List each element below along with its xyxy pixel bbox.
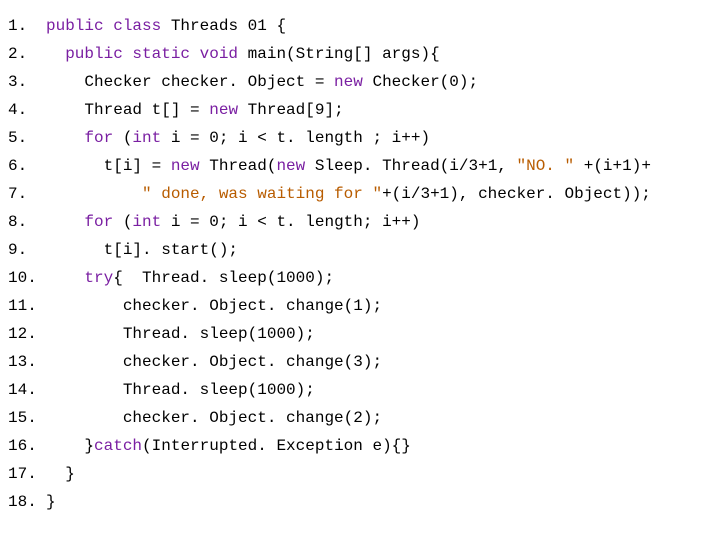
line-number: 3.: [8, 68, 46, 96]
token: Thread. sleep(1000);: [46, 325, 315, 343]
token: i = 0; i < t. length; i++): [161, 213, 420, 231]
token: +(i+1)+: [574, 157, 651, 175]
line-number: 9.: [8, 236, 46, 264]
code-line: 18.}: [8, 488, 712, 516]
token: }: [46, 465, 75, 483]
code-line: 4. Thread t[] = new Thread[9];: [8, 96, 712, 124]
token: Thread t[] =: [46, 101, 209, 119]
token: [46, 185, 142, 203]
token: int: [132, 129, 161, 147]
code-line: 5. for (int i = 0; i < t. length ; i++): [8, 124, 712, 152]
token: checker. Object. change(2);: [46, 409, 382, 427]
line-number: 6.: [8, 152, 46, 180]
token: [46, 129, 84, 147]
line-number: 16.: [8, 432, 46, 460]
line-number: 18.: [8, 488, 46, 516]
code-line: 16. }catch(Interrupted. Exception e){}: [8, 432, 712, 460]
code-line: 13. checker. Object. change(3);: [8, 348, 712, 376]
token: (: [113, 129, 132, 147]
token: i = 0; i < t. length ; i++): [161, 129, 430, 147]
token: main(String[] args){: [248, 45, 440, 63]
token: public class: [46, 17, 171, 35]
token: Threads 01 {: [171, 17, 286, 35]
token: new: [171, 157, 200, 175]
line-number: 17.: [8, 460, 46, 488]
token: (Interrupted. Exception e){}: [142, 437, 411, 455]
token: t[i] =: [46, 157, 171, 175]
code-line: 15. checker. Object. change(2);: [8, 404, 712, 432]
token: +(i/3+1), checker. Object));: [382, 185, 651, 203]
token: Sleep. Thread(i/3+1,: [305, 157, 516, 175]
token: Checker(0);: [363, 73, 478, 91]
token: " done, was waiting for ": [142, 185, 382, 203]
token: (: [113, 213, 132, 231]
code-line: 8. for (int i = 0; i < t. length; i++): [8, 208, 712, 236]
line-number: 13.: [8, 348, 46, 376]
token: Thread[9];: [238, 101, 344, 119]
line-number: 8.: [8, 208, 46, 236]
token: new: [209, 101, 238, 119]
token: }: [46, 493, 56, 511]
token: for: [84, 213, 113, 231]
code-line: 3. Checker checker. Object = new Checker…: [8, 68, 712, 96]
token: new: [276, 157, 305, 175]
token: int: [132, 213, 161, 231]
code-line: 14. Thread. sleep(1000);: [8, 376, 712, 404]
code-line: 1.public class Threads 01 {: [8, 12, 712, 40]
code-listing: 1.public class Threads 01 { 2. public st…: [8, 12, 712, 516]
token: checker. Object. change(1);: [46, 297, 382, 315]
token: { Thread. sleep(1000);: [113, 269, 334, 287]
token: catch: [94, 437, 142, 455]
token: "NO. ": [517, 157, 575, 175]
code-line: 12. Thread. sleep(1000);: [8, 320, 712, 348]
code-line: 10. try{ Thread. sleep(1000);: [8, 264, 712, 292]
code-line: 11. checker. Object. change(1);: [8, 292, 712, 320]
line-number: 2.: [8, 40, 46, 68]
token: public static void: [46, 45, 248, 63]
line-number: 15.: [8, 404, 46, 432]
line-number: 7.: [8, 180, 46, 208]
code-line: 2. public static void main(String[] args…: [8, 40, 712, 68]
line-number: 11.: [8, 292, 46, 320]
line-number: 10.: [8, 264, 46, 292]
line-number: 5.: [8, 124, 46, 152]
token: new: [334, 73, 363, 91]
token: try: [84, 269, 113, 287]
code-line: 7. " done, was waiting for "+(i/3+1), ch…: [8, 180, 712, 208]
line-number: 4.: [8, 96, 46, 124]
token: }: [46, 437, 94, 455]
token: Checker checker. Object =: [46, 73, 334, 91]
code-line: 6. t[i] = new Thread(new Sleep. Thread(i…: [8, 152, 712, 180]
token: for: [84, 129, 113, 147]
code-line: 9. t[i]. start();: [8, 236, 712, 264]
line-number: 1.: [8, 12, 46, 40]
code-line: 17. }: [8, 460, 712, 488]
line-number: 14.: [8, 376, 46, 404]
token: Thread(: [200, 157, 277, 175]
line-number: 12.: [8, 320, 46, 348]
token: [46, 269, 84, 287]
token: checker. Object. change(3);: [46, 353, 382, 371]
token: Thread. sleep(1000);: [46, 381, 315, 399]
token: [46, 213, 84, 231]
token: t[i]. start();: [46, 241, 238, 259]
